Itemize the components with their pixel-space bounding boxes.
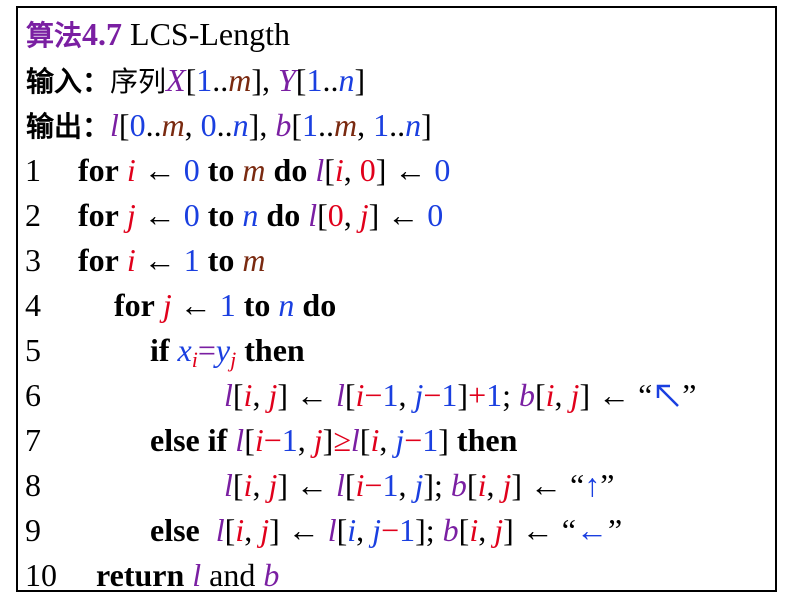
output-line: 输出：l[0..m, 0..n], b[1..m, 1..n] (26, 107, 432, 143)
input-line: 输入：序列X[1..m], Y[1..n] (26, 62, 366, 98)
line-number: 9 (25, 512, 41, 548)
line-number: 10 (25, 557, 57, 593)
code-line-5: 5 if xi=yj then (18, 328, 775, 373)
code-line-4: 4 for j ← 1 to n do (18, 283, 775, 328)
code-line-8: 8 l[i, j] ← l[i−1, j]; b[i, j] ← “↑” (18, 463, 775, 508)
output-label: 输出： (26, 110, 111, 143)
title-number: 4.7 (82, 16, 123, 52)
algorithm-box: 算法4.7 LCS-Length 输入：序列X[1..m], Y[1..n] 输… (16, 6, 777, 593)
code-line-2: 2 for j ← 0 to n do l[0, j] ← 0 (18, 193, 775, 238)
code-line-7: 7 else if l[i−1, j]≥l[i, j−1] then (18, 418, 775, 463)
code-line-9: 9 else l[i, j] ← l[i, j−1]; b[i, j] ← “←… (18, 508, 775, 553)
title-prefix: 算法 (26, 19, 83, 52)
line-number: 7 (25, 422, 41, 458)
code-line-1: 1 for i ← 0 to m do l[i, 0] ← 0 (18, 148, 775, 193)
algorithm-title: 算法4.7 LCS-Length (26, 12, 290, 57)
line-number: 4 (25, 287, 41, 323)
line-number: 1 (25, 152, 41, 188)
line-number: 6 (25, 377, 41, 413)
code-line-3: 3 for i ← 1 to m (18, 238, 775, 283)
line-number: 3 (25, 242, 41, 278)
code-line-10: 10 return l and b (18, 553, 775, 598)
line-number: 8 (25, 467, 41, 503)
line-number: 2 (25, 197, 41, 233)
arrow-up-left-icon (657, 384, 680, 407)
title-name: LCS-Length (122, 16, 290, 52)
code-line-6: 6 l[i, j] ← l[i−1, j−1]+1; b[i, j] ← “” (18, 373, 775, 418)
input-label: 输入： (26, 65, 111, 98)
line-number: 5 (25, 332, 41, 368)
input-text: 序列 (110, 65, 167, 98)
